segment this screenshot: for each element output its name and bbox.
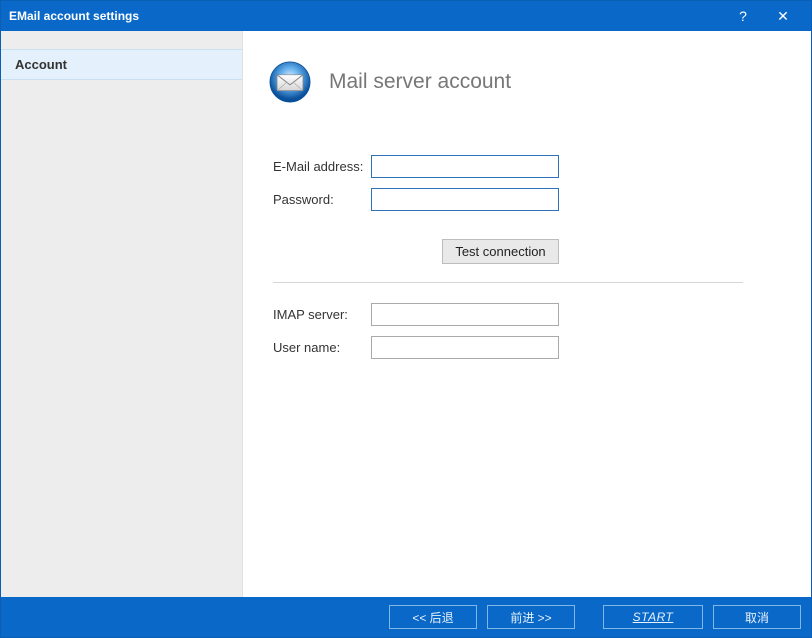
mail-icon [267,59,313,105]
imap-input[interactable] [371,303,559,326]
back-button[interactable]: << 后退 [389,605,477,629]
password-input[interactable] [371,188,559,211]
email-label: E-Mail address: [273,159,371,174]
window-title: EMail account settings [9,9,723,23]
row-test: Test connection [273,239,781,264]
test-connection-button[interactable]: Test connection [442,239,559,264]
sidebar-item-label: Account [15,57,67,72]
row-email: E-Mail address: [273,155,781,178]
page-title: Mail server account [329,70,511,94]
cancel-button[interactable]: 取消 [713,605,801,629]
content: Mail server account E-Mail address: Pass… [243,31,811,597]
footer: << 后退 前进 >> START 取消 [1,597,811,637]
row-imap: IMAP server: [273,303,781,326]
next-button[interactable]: 前进 >> [487,605,575,629]
row-password: Password: [273,188,781,211]
titlebar: EMail account settings ? ✕ [1,1,811,31]
username-input[interactable] [371,336,559,359]
email-input[interactable] [371,155,559,178]
divider [273,282,743,283]
settings-window: EMail account settings ? ✕ Account [0,0,812,638]
close-button[interactable]: ✕ [763,8,803,25]
close-icon: ✕ [777,8,789,24]
sidebar: Account [1,31,243,597]
row-username: User name: [273,336,781,359]
body: Account [1,31,811,597]
help-button[interactable]: ? [723,8,763,24]
password-label: Password: [273,192,371,207]
start-button[interactable]: START [603,605,703,629]
username-label: User name: [273,340,371,355]
sidebar-item-account[interactable]: Account [1,49,242,80]
imap-label: IMAP server: [273,307,371,322]
page-header: Mail server account [267,59,781,105]
